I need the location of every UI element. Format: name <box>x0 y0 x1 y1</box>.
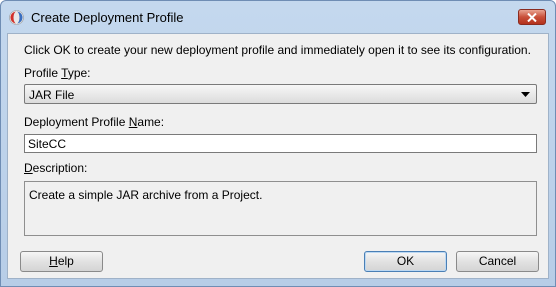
dialog-body: Click OK to create your new deployment p… <box>7 33 549 279</box>
help-button[interactable]: Help <box>20 251 103 272</box>
close-icon <box>527 13 537 22</box>
oracle-jdeveloper-icon <box>9 10 24 25</box>
description-value: Create a simple JAR archive from a Proje… <box>29 188 263 202</box>
profile-type-selected: JAR File <box>29 88 75 102</box>
close-button[interactable] <box>518 9 546 25</box>
profile-name-value: SiteCC <box>28 137 67 151</box>
profile-name-label: Deployment Profile Name: <box>24 115 165 129</box>
instructions-text: Click OK to create your new deployment p… <box>24 43 531 57</box>
dialog-title: Create Deployment Profile <box>31 10 184 25</box>
description-label: Description: <box>24 161 88 175</box>
description-field[interactable]: Create a simple JAR archive from a Proje… <box>24 181 537 236</box>
profile-type-dropdown[interactable]: JAR File <box>24 84 537 104</box>
cancel-button[interactable]: Cancel <box>456 251 539 272</box>
chevron-down-icon <box>521 92 530 97</box>
dialog-window: Create Deployment Profile Click OK to cr… <box>0 0 556 287</box>
title-bar[interactable]: Create Deployment Profile <box>1 1 555 33</box>
ok-button[interactable]: OK <box>364 251 447 272</box>
profile-name-field[interactable]: SiteCC <box>24 134 537 153</box>
profile-type-label: Profile Type: <box>24 66 91 80</box>
